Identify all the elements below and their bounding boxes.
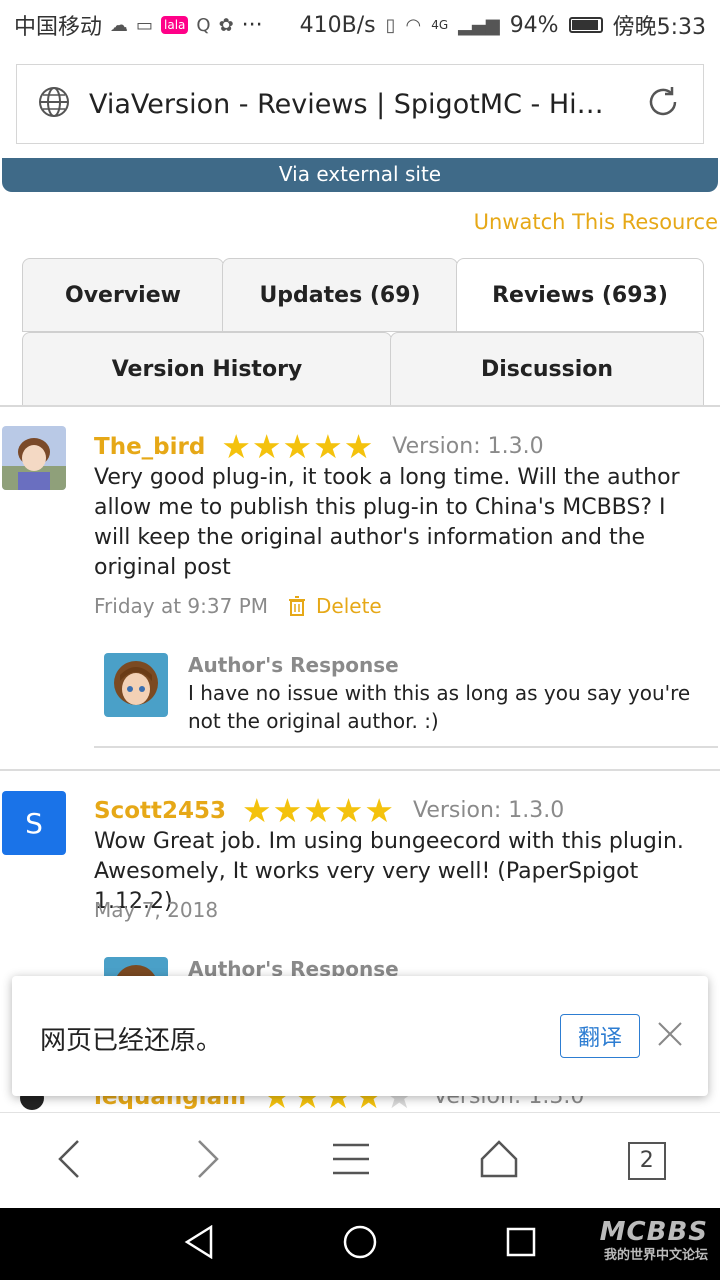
back-icon[interactable]: [54, 1139, 84, 1183]
star-filled-icon: ★: [313, 427, 344, 466]
tab-overview[interactable]: Overview: [22, 258, 224, 332]
review-version: Version: 1.3.0: [412, 798, 565, 823]
screen-icon: ▭: [136, 14, 154, 36]
network-speed: 410B/s: [299, 12, 376, 38]
close-icon[interactable]: [656, 1020, 684, 1052]
carrier-label: 中国移动: [14, 15, 103, 40]
star-filled-icon: ★: [272, 791, 304, 830]
mcbbs-watermark: MCBBS 我的世界中文论坛: [599, 1217, 708, 1268]
reload-icon[interactable]: [643, 82, 683, 126]
review-text: Very good plug-in, it took a long time. …: [94, 465, 680, 580]
network-type: 4G: [431, 18, 449, 32]
response-divider: [94, 746, 718, 748]
star-filled-icon: ★: [242, 791, 273, 830]
clock: 傍晚5:33: [612, 15, 706, 40]
watermark-logo: MCBBS: [599, 1217, 708, 1247]
system-recents-icon[interactable]: [505, 1226, 537, 1262]
system-home-icon[interactable]: [342, 1224, 378, 1264]
system-back-icon[interactable]: [183, 1224, 215, 1263]
tabs-divider: [0, 405, 720, 407]
star-filled-icon: ★: [303, 791, 334, 830]
page-title[interactable]: ViaVersion - Reviews | SpigotMC - High P…: [89, 89, 609, 120]
review-username[interactable]: Scott2453: [94, 798, 226, 824]
toast-message: 网页已经还原。: [40, 1026, 223, 1056]
author-response: Author's Response I have no issue with t…: [104, 653, 704, 749]
battery-icon: [568, 17, 603, 33]
tab-switcher-button[interactable]: 2: [627, 1141, 666, 1180]
star-filled-icon: ★: [333, 791, 365, 830]
wifi-icon: ◠: [405, 14, 422, 36]
address-bar[interactable]: ViaVersion - Reviews | SpigotMC - High P…: [16, 64, 704, 144]
review-username[interactable]: The_bird: [94, 434, 205, 460]
menu-icon[interactable]: [331, 1142, 371, 1180]
delete-label: Delete: [316, 594, 382, 618]
response-text: I have no issue with this as long as you…: [188, 681, 691, 733]
review-version: Version: 1.3.0: [392, 434, 544, 459]
vibrate-icon: ▯: [385, 14, 396, 36]
status-bar: 中国移动 ☁ ▭ lala Q ✿ ··· 410B/s ▯ ◠ 4G ▂▄▆ …: [0, 0, 720, 50]
battery-percent: 94%: [509, 12, 559, 38]
wechat-icon: ✿: [218, 14, 234, 36]
avatar[interactable]: [2, 426, 66, 490]
qq-icon: Q: [196, 14, 211, 36]
star-filled-icon: ★: [343, 427, 375, 466]
signal-icon: ▂▄▆: [458, 14, 500, 36]
browser-toolbar: 2: [0, 1112, 720, 1208]
delete-button[interactable]: Delete: [288, 594, 382, 618]
author-avatar[interactable]: [104, 653, 168, 717]
tab-updates[interactable]: Updates (69): [222, 258, 458, 332]
review-date[interactable]: Friday at 9:37 PM: [94, 594, 268, 618]
tab-reviews[interactable]: Reviews (693): [456, 258, 704, 332]
forward-icon[interactable]: [193, 1139, 223, 1183]
tab-version-history[interactable]: Version History: [22, 332, 392, 406]
globe-icon: [37, 85, 71, 123]
review-divider: [0, 769, 720, 771]
more-notifications-icon: ···: [241, 12, 263, 38]
watermark-subtitle: 我的世界中文论坛: [603, 1248, 708, 1263]
external-site-banner[interactable]: Via external site: [2, 158, 718, 192]
review-date[interactable]: May 7, 2018: [94, 898, 218, 922]
rating-stars: ★★★★★: [242, 794, 395, 827]
rating-stars: ★★★★★: [221, 430, 374, 463]
avatar[interactable]: S: [2, 791, 66, 855]
trash-icon: [289, 596, 306, 616]
translate-button[interactable]: 翻译: [560, 1014, 640, 1058]
response-title: Author's Response: [188, 653, 399, 677]
star-filled-icon: ★: [364, 791, 395, 830]
unwatch-resource-link[interactable]: Unwatch This Resource: [474, 210, 718, 234]
tab-discussion[interactable]: Discussion: [390, 332, 704, 406]
app-icon: lala: [161, 16, 189, 34]
home-icon[interactable]: [479, 1139, 519, 1183]
weather-icon: ☁: [110, 14, 129, 36]
star-filled-icon: ★: [251, 427, 283, 466]
star-filled-icon: ★: [282, 427, 314, 466]
translate-toast: 网页已经还原。 翻译: [12, 976, 708, 1096]
star-filled-icon: ★: [221, 427, 252, 466]
